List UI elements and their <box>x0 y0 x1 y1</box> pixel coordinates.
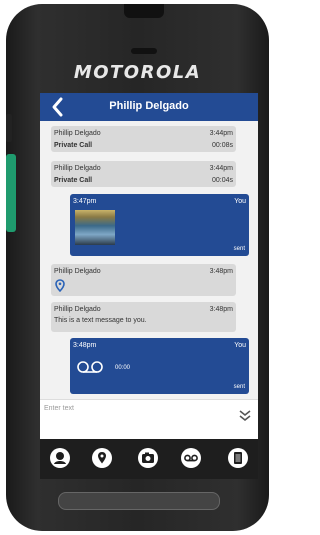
list-item[interactable]: Phillip Delgado 3:44pm Private Call 00:0… <box>51 161 236 187</box>
message-time: 3:44pm <box>209 165 233 172</box>
brand-logo: MOTOROLA <box>73 62 202 83</box>
list-item[interactable]: 3:47pm You sent <box>70 194 249 256</box>
chevron-down-icon[interactable] <box>238 408 252 422</box>
message-time: 3:48pm <box>209 268 233 275</box>
message-text: This is a text message to you. <box>54 317 147 324</box>
message-time: 3:48pm <box>73 342 97 349</box>
list-item[interactable]: Phillip Delgado 3:48pm This is a text me… <box>51 302 236 332</box>
message-time: 3:47pm <box>73 198 97 205</box>
message-sender: Phillip Delgado <box>54 130 101 137</box>
call-label: Private Call <box>54 177 93 184</box>
speaker-grille <box>131 48 157 54</box>
voicemail-button[interactable] <box>181 448 201 468</box>
camera-icon <box>142 452 154 463</box>
message-status: sent <box>233 246 245 252</box>
note-icon <box>234 452 242 464</box>
device-grip <box>58 492 220 510</box>
side-button-small <box>6 114 12 142</box>
call-label: Private Call <box>54 142 93 149</box>
list-item[interactable]: 3:48pm You 00:00 sent <box>70 338 249 394</box>
list-item[interactable]: Phillip Delgado 3:48pm <box>51 264 236 296</box>
top-button <box>124 4 164 18</box>
list-item[interactable]: Phillip Delgado 3:44pm Private Call 00:0… <box>51 126 236 152</box>
message-input-placeholder: Enter text <box>44 405 74 412</box>
action-toolbar <box>40 439 258 479</box>
location-icon <box>98 452 106 464</box>
location-button[interactable] <box>92 448 112 468</box>
message-time: 3:48pm <box>209 306 233 313</box>
contact-icon <box>54 452 66 464</box>
message-time: 3:44pm <box>209 130 233 137</box>
message-status: sent <box>233 384 245 390</box>
voicemail-icon <box>184 454 198 462</box>
call-duration: 00:04s <box>211 177 233 184</box>
voicemail-icon[interactable] <box>76 360 104 374</box>
contact-button[interactable] <box>50 448 70 468</box>
message-sender: Phillip Delgado <box>54 165 101 172</box>
image-thumbnail[interactable] <box>75 210 115 245</box>
message-sender: Phillip Delgado <box>54 306 101 313</box>
camera-button[interactable] <box>138 448 158 468</box>
call-duration: 00:08s <box>211 142 233 149</box>
chat-header: Phillip Delgado <box>40 93 258 121</box>
message-sender: Phillip Delgado <box>54 268 101 275</box>
note-button[interactable] <box>228 448 248 468</box>
ptt-button[interactable] <box>6 154 16 232</box>
screen: Phillip Delgado Phillip Delgado 3:44pm P… <box>40 93 258 479</box>
message-sender: You <box>234 198 246 205</box>
location-pin-icon[interactable] <box>55 279 65 292</box>
message-input[interactable]: Enter text <box>40 399 258 440</box>
message-sender: You <box>234 342 246 349</box>
voice-duration: 00:00 <box>115 365 131 371</box>
contact-title: Phillip Delgado <box>109 100 189 112</box>
